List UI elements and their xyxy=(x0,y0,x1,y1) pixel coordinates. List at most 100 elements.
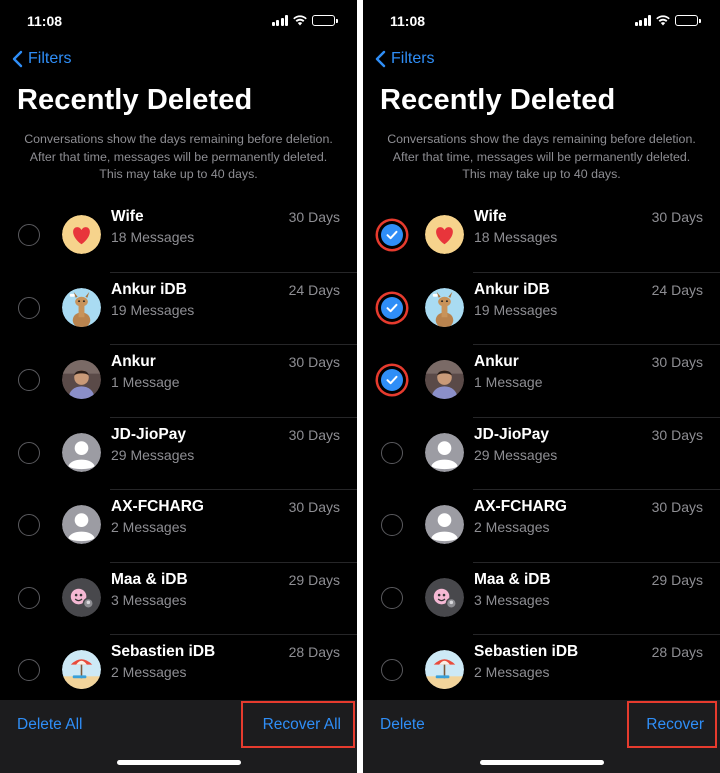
checkbox-checked[interactable] xyxy=(381,369,403,391)
conversation-row[interactable]: Maa & iDB 3 Messages 29 Days xyxy=(0,563,357,635)
days-remaining: 30 Days xyxy=(651,426,703,443)
conversation-row[interactable]: Maa & iDB 3 Messages 29 Days xyxy=(363,563,720,635)
contact-name: JD-JioPay xyxy=(474,425,549,443)
conversation-row[interactable]: Sebastien iDB 2 Messages 28 Days xyxy=(0,635,357,708)
heart-icon xyxy=(425,215,464,254)
message-count: 3 Messages xyxy=(111,591,187,608)
checkmark-icon xyxy=(386,375,398,385)
checkbox-unchecked[interactable] xyxy=(18,296,40,319)
days-remaining: 24 Days xyxy=(651,281,703,298)
home-indicator[interactable] xyxy=(479,760,604,765)
conversation-row[interactable]: AX-FCHARG 2 Messages 30 Days xyxy=(363,490,720,563)
days-remaining: 28 Days xyxy=(651,644,703,660)
conversation-row[interactable]: Wife 18 Messages 30 Days xyxy=(0,200,357,273)
message-count: 2 Messages xyxy=(111,664,187,680)
checkbox-unchecked[interactable] xyxy=(18,369,40,391)
description-text: Conversations show the days remaining be… xyxy=(24,132,333,181)
contact-name: JD-JioPay xyxy=(111,425,186,443)
llama-icon xyxy=(62,287,101,327)
status-icons xyxy=(271,14,338,26)
signal-icon xyxy=(271,14,288,26)
heart-icon xyxy=(62,215,101,254)
status-bar: 11:08 xyxy=(363,0,720,40)
checkmark-icon xyxy=(386,230,398,240)
contact-name: Sebastien iDB xyxy=(474,643,579,660)
checkbox-checked[interactable] xyxy=(381,224,403,246)
person-photo-icon xyxy=(425,360,464,399)
checkbox-unchecked[interactable] xyxy=(18,224,40,246)
back-button[interactable]: Filters xyxy=(374,50,435,68)
days-remaining: 30 Days xyxy=(288,354,340,370)
battery-icon xyxy=(312,14,338,26)
recover-all-button[interactable]: Recover All xyxy=(263,716,341,734)
message-count: 2 Messages xyxy=(474,664,550,680)
checkbox-unchecked[interactable] xyxy=(18,586,40,609)
llama-icon xyxy=(425,287,464,327)
days-remaining: 30 Days xyxy=(288,209,340,225)
days-remaining: 30 Days xyxy=(651,499,703,515)
days-remaining: 30 Days xyxy=(288,499,340,515)
checkbox-checked[interactable] xyxy=(381,296,403,319)
message-count: 1 Message xyxy=(111,374,180,390)
group-emoji-icon xyxy=(62,577,101,617)
checkbox-unchecked[interactable] xyxy=(381,659,403,681)
days-remaining: 30 Days xyxy=(651,209,703,225)
back-label: Filters xyxy=(28,50,72,67)
chevron-left-icon xyxy=(375,50,386,68)
conversation-list: Wife 18 Messages 30 Days Ankur iDB 19 Messag… xyxy=(0,200,357,708)
conversation-row[interactable]: AX-FCHARG 2 Messages 30 Days xyxy=(0,490,357,563)
contact-name: Ankur iDB xyxy=(111,280,187,298)
message-count: 2 Messages xyxy=(111,519,187,535)
contact-name: Wife xyxy=(474,208,507,225)
bottom-toolbar: Delete Recover xyxy=(363,700,720,773)
status-icons xyxy=(634,14,701,26)
conversation-row[interactable]: JD-JioPay 29 Messages 30 Days xyxy=(363,418,720,490)
person-icon xyxy=(425,432,464,472)
checkbox-unchecked[interactable] xyxy=(18,441,40,464)
conversation-row[interactable]: Ankur iDB 19 Messages 24 Days xyxy=(363,273,720,345)
recover-button[interactable]: Recover xyxy=(646,716,704,734)
bottom-toolbar: Delete All Recover All xyxy=(0,700,357,773)
chevron-left-icon xyxy=(12,50,23,68)
contact-name: AX-FCHARG xyxy=(111,498,204,515)
contact-name: Ankur xyxy=(474,353,519,370)
home-indicator[interactable] xyxy=(116,760,241,765)
contact-name: Sebastien iDB xyxy=(111,643,216,660)
checkbox-unchecked[interactable] xyxy=(18,514,40,536)
group-emoji-icon xyxy=(425,577,464,617)
description-text: Conversations show the days remaining be… xyxy=(387,132,696,181)
message-count: 18 Messages xyxy=(474,229,558,245)
contact-name: AX-FCHARG xyxy=(474,498,567,515)
checkbox-unchecked[interactable] xyxy=(381,586,403,609)
page-title: Recently Deleted xyxy=(17,84,253,116)
checkbox-unchecked[interactable] xyxy=(381,514,403,536)
conversation-list: Wife 18 Messages 30 Days Ankur iDB 19 Messag… xyxy=(363,200,720,708)
person-photo-icon xyxy=(62,360,101,399)
conversation-row[interactable]: Ankur 1 Message 30 Days xyxy=(0,345,357,418)
message-count: 29 Messages xyxy=(474,446,558,463)
checkbox-unchecked[interactable] xyxy=(18,659,40,681)
delete-all-button[interactable]: Delete All xyxy=(17,716,82,734)
conversation-row[interactable]: Ankur iDB 19 Messages 24 Days xyxy=(0,273,357,345)
conversation-row[interactable]: JD-JioPay 29 Messages 30 Days xyxy=(0,418,357,490)
status-bar: 11:08 xyxy=(0,0,357,40)
phone-screen-left: 11:08 Filters Recently Deleted Conversat… xyxy=(0,0,357,773)
delete-button[interactable]: Delete xyxy=(380,716,425,734)
status-time: 11:08 xyxy=(390,13,426,29)
days-remaining: 30 Days xyxy=(651,354,703,370)
conversation-row[interactable]: Ankur 1 Message 30 Days xyxy=(363,345,720,418)
contact-name: Maa & iDB xyxy=(474,570,551,588)
message-count: 1 Message xyxy=(474,374,543,390)
person-icon xyxy=(425,505,464,544)
person-icon xyxy=(62,505,101,544)
conversation-row[interactable]: Sebastien iDB 2 Messages 28 Days xyxy=(363,635,720,708)
checkbox-unchecked[interactable] xyxy=(381,441,403,464)
beach-icon xyxy=(62,650,101,689)
back-button[interactable]: Filters xyxy=(11,50,72,68)
days-remaining: 29 Days xyxy=(651,571,703,588)
contact-name: Wife xyxy=(111,208,144,225)
signal-icon xyxy=(634,14,651,26)
conversation-row[interactable]: Wife 18 Messages 30 Days xyxy=(363,200,720,273)
checkmark-icon xyxy=(386,303,398,312)
days-remaining: 24 Days xyxy=(288,281,340,298)
